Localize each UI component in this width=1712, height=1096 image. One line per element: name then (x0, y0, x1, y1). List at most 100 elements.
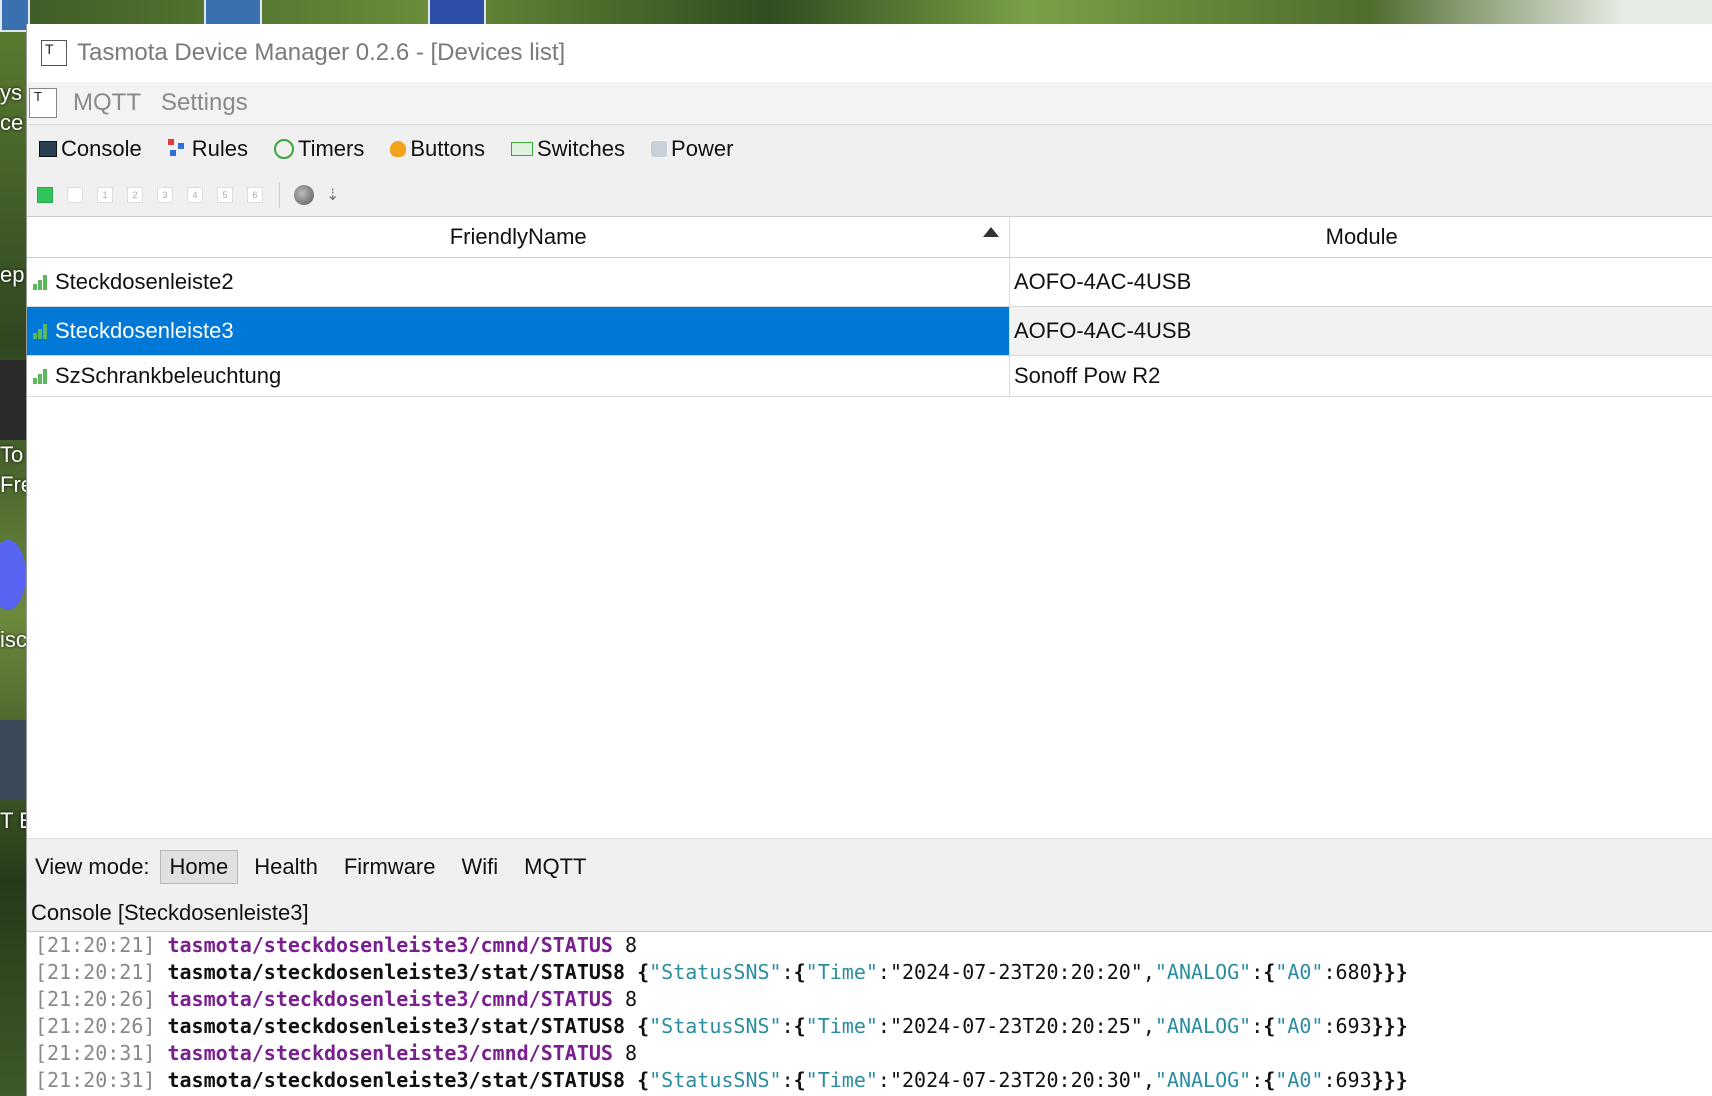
relay-led-5[interactable]: 5 (217, 187, 233, 203)
console-json-token: "2024-07-23T20:20:25" (889, 1014, 1143, 1038)
window-title: Tasmota Device Manager 0.2.6 - [Devices … (77, 39, 566, 66)
console-topic: tasmota/steckdosenleiste3/stat/STATUS8 (167, 960, 626, 984)
view-mode-wifi[interactable]: Wifi (452, 850, 509, 884)
console-json-token: : (877, 1014, 890, 1038)
console-payload: 8 (612, 987, 638, 1011)
view-mode-label: View mode: (35, 854, 150, 879)
device-name: Steckdosenleiste2 (55, 269, 234, 294)
console-json-token: , (1142, 1014, 1155, 1038)
buttons-button-label: Buttons (410, 136, 485, 161)
switches-button[interactable]: Switches (510, 136, 626, 162)
console-title: Console [Steckdosenleiste3] (27, 894, 1712, 932)
console-json-token: : (1251, 1014, 1264, 1038)
signal-strength-icon (33, 274, 51, 290)
console-line: [21:20:21] tasmota/steckdosenleiste3/cmn… (35, 932, 1712, 959)
menu-mqtt[interactable]: MQTT (73, 89, 141, 117)
console-json-token: "2024-07-23T20:20:20" (889, 960, 1143, 984)
console-topic: tasmota/steckdosenleiste3/cmnd/STATUS (167, 933, 613, 957)
column-header-label: FriendlyName (449, 224, 587, 249)
timers-button-label: Timers (297, 136, 365, 161)
console-icon (39, 141, 57, 157)
relay-led-all-off[interactable] (67, 187, 83, 203)
console-json-token: 680 (1335, 960, 1372, 984)
console-json-token: { (637, 960, 650, 984)
console-json-token: { (793, 1068, 806, 1092)
console-space (625, 1014, 637, 1038)
console-json-token: { (1263, 1068, 1276, 1092)
menu-bar: T MQTT Settings (27, 82, 1712, 125)
console-json-token: }}} (1371, 1014, 1408, 1038)
table-row[interactable]: Steckdosenleiste2 AOFO-4AC-4USB (27, 258, 1712, 307)
column-header-module[interactable]: Module (1010, 217, 1712, 257)
console-json-token: { (1263, 960, 1276, 984)
console-payload: 8 (612, 933, 638, 957)
desktop-label: ep (0, 262, 25, 287)
view-mode-bar: View mode: Home Health Firmware Wifi MQT… (27, 838, 1712, 895)
buttons-button[interactable]: Buttons (390, 136, 485, 162)
cell-friendlyname: Steckdosenleiste3 (27, 307, 1010, 355)
rules-icon (167, 139, 188, 159)
console-json-token: "ANALOG" (1154, 960, 1252, 984)
console-topic: tasmota/steckdosenleiste3/stat/STATUS8 (167, 1014, 626, 1038)
title-bar[interactable]: T Tasmota Device Manager 0.2.6 - [Device… (27, 24, 1712, 82)
desktop-label: ys (0, 80, 22, 105)
power-button-label: Power (671, 136, 734, 161)
app-menu-icon[interactable]: T (29, 88, 57, 118)
console-json-token: "2024-07-23T20:20:30" (889, 1068, 1143, 1092)
console-json-token: { (637, 1014, 650, 1038)
console-line: [21:20:31] tasmota/steckdosenleiste3/sta… (35, 1067, 1712, 1094)
signal-strength-icon (33, 368, 51, 384)
menu-settings[interactable]: Settings (161, 89, 248, 117)
devices-table: FriendlyName Module Steckdosenleiste2 AO… (27, 216, 1712, 839)
view-mode-mqtt[interactable]: MQTT (514, 850, 596, 884)
relay-led-3[interactable]: 3 (157, 187, 173, 203)
relay-led-1[interactable]: 1 (97, 187, 113, 203)
power-button[interactable]: Power (651, 136, 733, 162)
console-json-token: : (1323, 1014, 1336, 1038)
console-json-token: 693 (1335, 1014, 1372, 1038)
relay-led-2[interactable]: 2 (127, 187, 143, 203)
app-window: T Tasmota Device Manager 0.2.6 - [Device… (26, 24, 1712, 1096)
signal-strength-icon (33, 323, 51, 339)
console-json-token: "Time" (805, 1068, 878, 1092)
view-mode-home[interactable]: Home (159, 850, 239, 884)
console-json-token: "A0" (1275, 1014, 1324, 1038)
console-json-token: : (781, 960, 794, 984)
cell-module: Sonoff Pow R2 (1014, 363, 1161, 388)
console-line: [21:20:26] tasmota/steckdosenleiste3/cmn… (35, 986, 1712, 1013)
console-json-token: : (1251, 960, 1264, 984)
desktop-icon[interactable] (0, 720, 26, 800)
console-timestamp: [21:20:31] (35, 1068, 168, 1092)
console-topic: tasmota/steckdosenleiste3/cmnd/STATUS (167, 987, 613, 1011)
wifi-down-icon[interactable]: ⇣ (326, 185, 346, 205)
console-json-token: 693 (1335, 1068, 1372, 1092)
view-mode-health[interactable]: Health (244, 850, 328, 884)
color-icon[interactable] (294, 185, 314, 205)
column-header-label: Module (1325, 224, 1398, 249)
switches-button-label: Switches (536, 136, 626, 161)
timers-button[interactable]: Timers (273, 136, 365, 162)
relay-led-all-on[interactable] (37, 187, 53, 203)
cell-friendlyname: SzSchrankbeleuchtung (27, 356, 1010, 396)
console-button[interactable]: Console (39, 136, 142, 162)
table-row[interactable]: SzSchrankbeleuchtung Sonoff Pow R2 (27, 356, 1712, 397)
console-payload: 8 (612, 1041, 638, 1065)
rules-button[interactable]: Rules (167, 136, 248, 162)
column-header-friendlyname[interactable]: FriendlyName (27, 217, 1011, 257)
relay-led-4[interactable]: 4 (187, 187, 203, 203)
console-timestamp: [21:20:21] (35, 933, 168, 957)
desktop-label: ce (0, 110, 24, 135)
console-log[interactable]: [21:20:21] tasmota/steckdosenleiste3/cmn… (27, 932, 1712, 1096)
console-json-token: "Time" (805, 960, 878, 984)
console-json-token: : (1251, 1068, 1264, 1092)
table-header: FriendlyName Module (27, 217, 1712, 258)
console-json-token: : (877, 960, 890, 984)
cell-module: AOFO-4AC-4USB (1010, 307, 1712, 355)
console-timestamp: [21:20:26] (35, 987, 168, 1011)
table-row-selected[interactable]: Steckdosenleiste3 AOFO-4AC-4USB (27, 307, 1712, 356)
console-json-token: : (877, 1068, 890, 1092)
relay-led-6[interactable]: 6 (247, 187, 263, 203)
view-mode-firmware[interactable]: Firmware (334, 850, 446, 884)
desktop-icon[interactable] (0, 360, 26, 440)
console-json-token: { (637, 1068, 650, 1092)
